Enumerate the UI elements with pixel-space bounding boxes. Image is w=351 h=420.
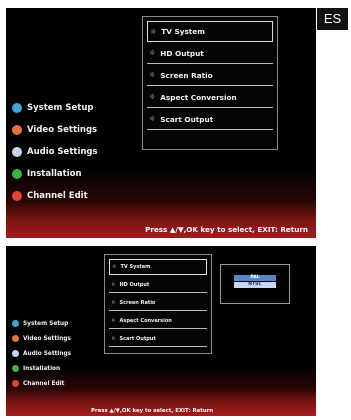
menu-item-installation[interactable]: Installation: [12, 166, 82, 181]
submenu-item-tv-system[interactable]: ☼ TV System: [109, 259, 207, 275]
settings-bullet-icon: ☼: [111, 317, 116, 324]
submenu-item-scart-output[interactable]: ☼ Scart Output: [109, 331, 207, 347]
menu-item-label: Video Settings: [23, 335, 71, 342]
orange-dot-icon: [12, 335, 19, 342]
settings-bullet-icon: ☼: [149, 71, 156, 79]
blue-dot-icon: [12, 320, 19, 327]
submenu-item-label: Screen Ratio: [160, 70, 213, 80]
navigation-hint: Press ▲/▼,OK key to select, EXIT: Return: [145, 225, 308, 234]
submenu-item-tv-system[interactable]: ☼ TV System: [147, 21, 273, 42]
menu-item-audio-settings[interactable]: Audio Settings: [12, 348, 71, 359]
menu-item-installation[interactable]: Installation: [12, 363, 60, 374]
tv-system-options-popup: PAL NTSC: [220, 264, 290, 304]
tv-screen-tv-system-options: ☼ TV System ☼ HD Output ☼ Screen Ratio ☼…: [6, 246, 316, 416]
menu-item-label: System Setup: [27, 102, 94, 113]
settings-bullet-icon: ☼: [111, 335, 116, 342]
video-settings-submenu: ☼ TV System ☼ HD Output ☼ Screen Ratio ☼…: [142, 16, 278, 150]
menu-item-audio-settings[interactable]: Audio Settings: [12, 144, 98, 159]
menu-item-label: Channel Edit: [23, 380, 65, 387]
submenu-item-label: TV System: [161, 27, 205, 36]
submenu-item-screen-ratio[interactable]: ☼ Screen Ratio: [147, 65, 273, 86]
submenu-item-label: HD Output: [119, 281, 150, 288]
settings-bullet-icon: ☼: [149, 115, 156, 123]
menu-item-label: Channel Edit: [27, 190, 88, 201]
submenu-item-label: HD Output: [160, 48, 204, 58]
settings-bullet-icon: ☼: [149, 49, 156, 57]
submenu-item-label: Aspect Conversion: [119, 317, 172, 324]
submenu-item-label: Aspect Conversion: [160, 92, 237, 102]
submenu-item-aspect-conversion[interactable]: ☼ Aspect Conversion: [109, 313, 207, 329]
submenu-item-label: Scart Output: [160, 114, 214, 124]
menu-item-video-settings[interactable]: Video Settings: [12, 333, 71, 344]
submenu-item-label: Screen Ratio: [119, 299, 156, 306]
green-dot-icon: [12, 168, 22, 179]
submenu-item-hd-output[interactable]: ☼ HD Output: [147, 43, 273, 64]
blue-dot-icon: [12, 102, 22, 113]
submenu-item-hd-output[interactable]: ☼ HD Output: [109, 277, 207, 293]
menu-item-label: Video Settings: [27, 124, 98, 135]
settings-bullet-icon: ☼: [149, 93, 156, 101]
menu-item-label: Audio Settings: [27, 146, 98, 157]
submenu-item-scart-output[interactable]: ☼ Scart Output: [147, 109, 273, 130]
red-dot-icon: [12, 190, 22, 201]
white-dot-icon: [12, 350, 19, 357]
orange-dot-icon: [12, 124, 22, 135]
menu-item-label: Audio Settings: [23, 350, 72, 357]
settings-bullet-icon: ☼: [111, 299, 116, 306]
settings-bullet-icon: ☼: [112, 264, 117, 270]
option-pal[interactable]: PAL: [234, 275, 276, 281]
video-settings-submenu: ☼ TV System ☼ HD Output ☼ Screen Ratio ☼…: [104, 254, 212, 354]
submenu-item-aspect-conversion[interactable]: ☼ Aspect Conversion: [147, 87, 273, 108]
submenu-item-screen-ratio[interactable]: ☼ Screen Ratio: [109, 295, 207, 311]
menu-item-label: Installation: [27, 168, 82, 179]
menu-item-channel-edit[interactable]: Channel Edit: [12, 188, 88, 203]
red-dot-icon: [12, 380, 19, 387]
submenu-item-label: Scart Output: [119, 335, 156, 342]
submenu-item-label: TV System: [120, 264, 151, 270]
menu-item-system-setup[interactable]: System Setup: [12, 318, 68, 329]
white-dot-icon: [12, 146, 22, 157]
tv-screen-video-settings: ☼ TV System ☼ HD Output ☼ Screen Ratio ☼…: [6, 8, 316, 238]
menu-item-video-settings[interactable]: Video Settings: [12, 122, 97, 137]
menu-item-channel-edit[interactable]: Channel Edit: [12, 378, 64, 389]
menu-item-system-setup[interactable]: System Setup: [12, 100, 93, 115]
navigation-hint: Press ▲/▼,OK key to select, EXIT: Return: [91, 408, 214, 414]
settings-bullet-icon: ☼: [150, 27, 157, 36]
menu-item-label: Installation: [23, 365, 61, 372]
menu-item-label: System Setup: [23, 320, 69, 327]
option-ntsc[interactable]: NTSC: [234, 282, 276, 288]
green-dot-icon: [12, 365, 19, 372]
language-tag: ES: [317, 8, 348, 30]
settings-bullet-icon: ☼: [111, 281, 116, 288]
